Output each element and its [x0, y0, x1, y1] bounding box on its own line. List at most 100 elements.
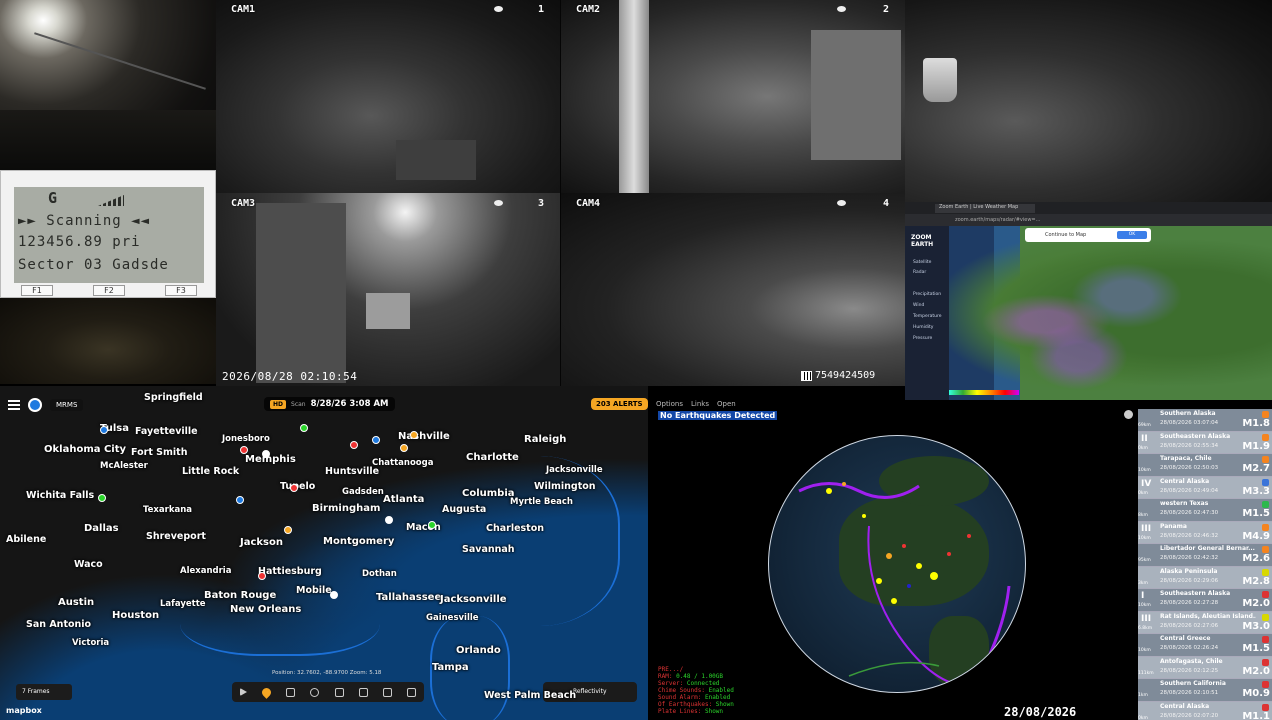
alert-marker[interactable] [284, 526, 292, 534]
severity-swatch [1262, 658, 1269, 666]
magnitude-label: M4.9 [1242, 530, 1270, 542]
alert-marker[interactable] [330, 591, 338, 599]
menu-precipitation[interactable]: Precipitation [913, 292, 941, 297]
city-label: Shreveport [146, 531, 206, 542]
earthquake-row[interactable]: 69km Southern Alaska 28/08/2026 03:07:04 M1… [1138, 409, 1272, 432]
location-label: Alaska Peninsula [1160, 567, 1218, 575]
power-icon[interactable] [28, 398, 42, 412]
book-icon[interactable] [383, 687, 393, 697]
alert-marker[interactable] [290, 484, 298, 492]
open-menu[interactable]: Open [717, 400, 736, 408]
location-label: Tarapaca, Chile [1160, 455, 1212, 462]
alert-marker[interactable] [385, 516, 393, 524]
depth-label: 0km [1138, 490, 1148, 496]
night-camera-feed [905, 0, 1272, 202]
earthquake-row[interactable]: 95km Libertador General Bernar... 28/08/20… [1138, 544, 1272, 567]
earthquake-row[interactable]: 10km Central Greece 28/08/2026 02:26:24 M1.… [1138, 634, 1272, 657]
depth-label: 3km [1138, 580, 1148, 586]
f3-button[interactable]: F3 [165, 285, 197, 296]
earthquake-row[interactable]: III 6.8km Rat Islands, Aleutian Island... 2… [1138, 611, 1272, 634]
frames-selector[interactable]: 7 Frames [16, 684, 72, 700]
cam2-feed[interactable]: CAM2 2 [561, 0, 905, 193]
cam4-feed[interactable]: CAM4 4 [561, 193, 905, 386]
crosshair-icon[interactable] [286, 687, 296, 697]
alert-marker[interactable] [240, 446, 248, 454]
europe-radar-map[interactable] [949, 226, 1272, 400]
alert-marker[interactable] [428, 521, 436, 529]
time-label: 28/08/2026 02:12:25 [1160, 667, 1219, 674]
earthquake-row[interactable]: 3km Alaska Peninsula 28/08/2026 02:29:06 M2… [1138, 566, 1272, 589]
city-label: Montgomery [323, 536, 395, 547]
browser-address-bar[interactable]: zoom.earth/maps/radar/#view=... [905, 214, 1272, 226]
earth-globe[interactable] [768, 435, 1026, 693]
hamburger-menu-icon[interactable] [8, 400, 20, 410]
diag-label: Chime Sounds: [658, 687, 709, 694]
earthquake-row[interactable]: 8km western Texas 28/08/2026 02:47:30 M1.5 [1138, 499, 1272, 522]
edit-icon[interactable] [407, 687, 417, 697]
pencil-icon[interactable] [358, 687, 368, 697]
alert-marker[interactable] [410, 431, 418, 439]
location-label: Central Greece [1160, 635, 1211, 642]
alert-marker[interactable] [262, 450, 270, 458]
earthquake-row[interactable]: I 10km Southeastern Alaska 28/08/2026 02:27… [1138, 589, 1272, 612]
polygon-tool-icon[interactable] [334, 687, 344, 697]
alert-marker[interactable] [300, 424, 308, 432]
menu-temperature[interactable]: Temperature [913, 314, 942, 319]
circle-tool-icon[interactable] [310, 687, 320, 697]
menu-radar[interactable]: Radar [913, 270, 926, 275]
alert-marker[interactable] [258, 572, 266, 580]
earthquake-list[interactable]: 69km Southern Alaska 28/08/2026 03:07:04 M1… [1138, 409, 1272, 720]
us-radar-map[interactable]: MRMS HD Scan 8/28/26 3:08 AM 203 ALERTS … [0, 386, 648, 720]
city-label: Chattanooga [372, 458, 434, 468]
mapbox-attribution: mapbox [6, 706, 42, 715]
earthquake-row[interactable]: IV 0km Central Alaska 28/08/2026 02:49:04 M3… [1138, 476, 1272, 499]
browser-tab[interactable]: Zoom Earth | Live Weather Map [935, 204, 1035, 213]
earthquake-row[interactable]: II 0km Southeastern Alaska 28/08/2026 02:55… [1138, 431, 1272, 454]
porch-rail [34, 32, 206, 90]
qr-code-icon [801, 370, 812, 381]
earthquake-row[interactable]: 111km Antofagasta, Chile 28/08/2026 02:12:… [1138, 656, 1272, 679]
magnitude-label: M3.3 [1242, 485, 1270, 497]
location-label: Central Alaska [1160, 702, 1210, 710]
earthquake-monitor: Options Links Open No Earthquakes Detect… [648, 400, 1138, 720]
alert-marker[interactable] [236, 496, 244, 504]
close-icon[interactable] [1124, 410, 1133, 419]
weather-map-browser: Zoom Earth | Live Weather Map zoom.earth… [905, 202, 1272, 400]
product-selector[interactable]: MRMS [50, 399, 84, 411]
earthquake-row[interactable]: III 10km Panama 28/08/2026 02:46:32 M4.9 [1138, 521, 1272, 544]
play-icon[interactable] [239, 688, 247, 696]
city-label: San Antonio [26, 619, 92, 630]
earthquake-row[interactable]: 0km Central Alaska 28/08/2026 02:07:20 M1.1 [1138, 701, 1272, 720]
gulf-coastline [180, 576, 380, 656]
cam2-tree-trunk [619, 0, 649, 193]
alert-marker[interactable] [350, 441, 358, 449]
cam3-feed[interactable]: CAM3 3 [216, 193, 560, 386]
alert-marker[interactable] [100, 426, 108, 434]
camera-flood-lamp [923, 58, 957, 102]
f2-button[interactable]: F2 [93, 285, 125, 296]
earthquake-row[interactable]: 10km Tarapaca, Chile 28/08/2026 02:50:03 M2… [1138, 454, 1272, 477]
menu-wind[interactable]: Wind [913, 303, 924, 308]
menu-pressure[interactable]: Pressure [913, 336, 932, 341]
city-label: Jonesboro [222, 434, 270, 444]
location-pin-icon[interactable] [260, 685, 273, 699]
options-menu[interactable]: Options [656, 400, 683, 408]
continue-button[interactable]: OK [1117, 231, 1147, 239]
cam1-feed[interactable]: CAM1 1 [216, 0, 560, 193]
links-menu[interactable]: Links [691, 400, 709, 408]
scanner-status: ►► Scanning ◄◄ [18, 213, 151, 229]
location-label: Antofagasta, Chile [1160, 657, 1223, 665]
f1-button[interactable]: F1 [21, 285, 53, 296]
city-label: Birmingham [312, 503, 381, 514]
hd-badge[interactable]: HD [270, 399, 287, 409]
alert-marker[interactable] [98, 494, 106, 502]
serial-number: 7549424509 [815, 370, 876, 381]
earthquake-row[interactable]: 1km Southern California 28/08/2026 02:10:5… [1138, 679, 1272, 702]
eq-diagnostic-row: Sound Alarm: Enabled [658, 694, 734, 701]
alert-marker[interactable] [400, 444, 408, 452]
menu-humidity[interactable]: Humidity [913, 325, 933, 330]
alerts-button[interactable]: 203 ALERTS [591, 398, 648, 410]
location-label: Rat Islands, Aleutian Island... [1160, 612, 1256, 620]
alert-marker[interactable] [372, 436, 380, 444]
menu-satellite[interactable]: Satellite [913, 260, 931, 265]
